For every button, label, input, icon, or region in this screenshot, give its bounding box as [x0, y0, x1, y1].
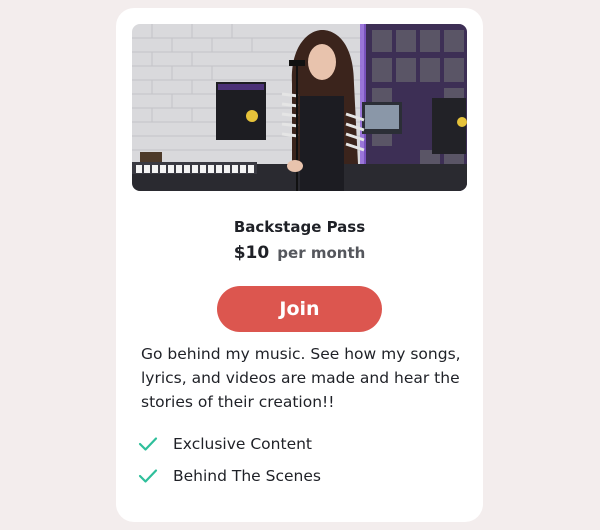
benefit-label: Exclusive Content — [173, 435, 313, 453]
creator-photo — [132, 24, 467, 191]
benefit-item: Exclusive Content — [138, 428, 321, 460]
check-icon — [138, 436, 158, 452]
benefit-label: Behind The Scenes — [173, 467, 321, 485]
join-button[interactable]: Join — [217, 286, 382, 332]
check-icon — [138, 468, 158, 484]
tier-price: $10 per month — [116, 243, 483, 263]
tier-description: Go behind my music. See how my songs, ly… — [141, 345, 461, 411]
tier-title: Backstage Pass — [233, 218, 366, 236]
price-amount: $10 — [233, 243, 270, 263]
benefit-item: Behind The Scenes — [138, 460, 321, 492]
price-period: per month — [277, 244, 366, 262]
benefits-list: Exclusive Content Behind The Scenes — [138, 428, 321, 492]
tier-card: Backstage Pass $10 per month Join Go beh… — [116, 8, 483, 522]
